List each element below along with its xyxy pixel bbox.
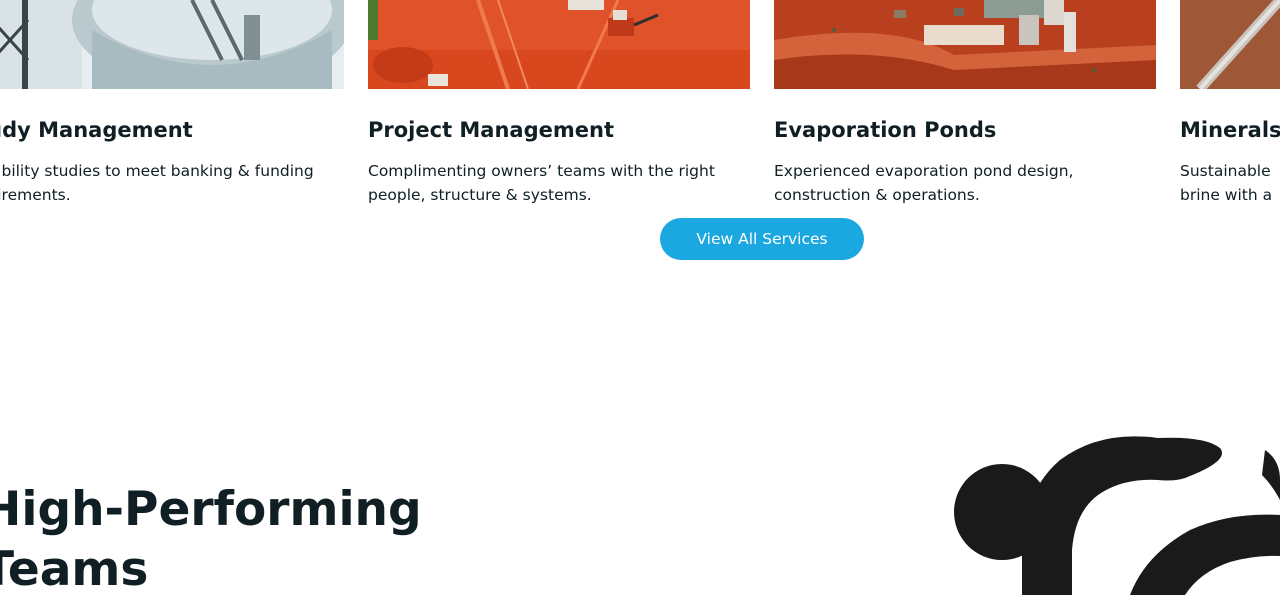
pipeline-image xyxy=(1180,0,1280,89)
service-description-line: Feasibility studies to meet banking & fu… xyxy=(0,162,314,180)
company-logo-graphic xyxy=(930,420,1280,595)
service-description: Feasibility studies to meet banking & fu… xyxy=(0,159,344,207)
team-heading-line: Teams xyxy=(0,542,149,595)
service-description-line: construction & operations. xyxy=(774,186,980,204)
service-description: Experienced evaporation pond design, con… xyxy=(774,159,1156,207)
service-title: Study Management xyxy=(0,118,193,142)
service-description-line: requirements. xyxy=(0,186,71,204)
service-description: Complimenting owners’ teams with the rig… xyxy=(368,159,750,207)
aerial-site-image xyxy=(774,0,1156,89)
service-title: Project Management xyxy=(368,118,614,142)
service-description-line: Complimenting owners’ teams with the rig… xyxy=(368,162,715,180)
service-description-line: brine with a xyxy=(1180,186,1273,204)
service-card-evaporation-ponds[interactable]: Evaporation Ponds Experienced evaporatio… xyxy=(774,0,1156,207)
service-description: Sustainable brine with a xyxy=(1180,159,1280,207)
team-section-heading: High-Performing Teams xyxy=(0,480,422,595)
team-heading-line: High-Performing xyxy=(0,482,422,537)
construction-site-image xyxy=(368,0,750,89)
service-title: Evaporation Ponds xyxy=(774,118,997,142)
view-all-services-button[interactable]: View All Services xyxy=(660,218,864,260)
page: Study Management Feasibility studies to … xyxy=(0,0,1280,595)
service-card-study-management[interactable]: Study Management Feasibility studies to … xyxy=(0,0,344,207)
service-card-project-management[interactable]: Project Management Complimenting owners’… xyxy=(368,0,750,207)
service-title: Minerals xyxy=(1180,118,1280,142)
service-card-minerals[interactable]: Minerals Sustainable brine with a xyxy=(1180,0,1280,207)
service-description-line: people, structure & systems. xyxy=(368,186,592,204)
service-description-line: Experienced evaporation pond design, xyxy=(774,162,1074,180)
service-description-line: Sustainable xyxy=(1180,162,1271,180)
tank-render-image xyxy=(0,0,344,89)
